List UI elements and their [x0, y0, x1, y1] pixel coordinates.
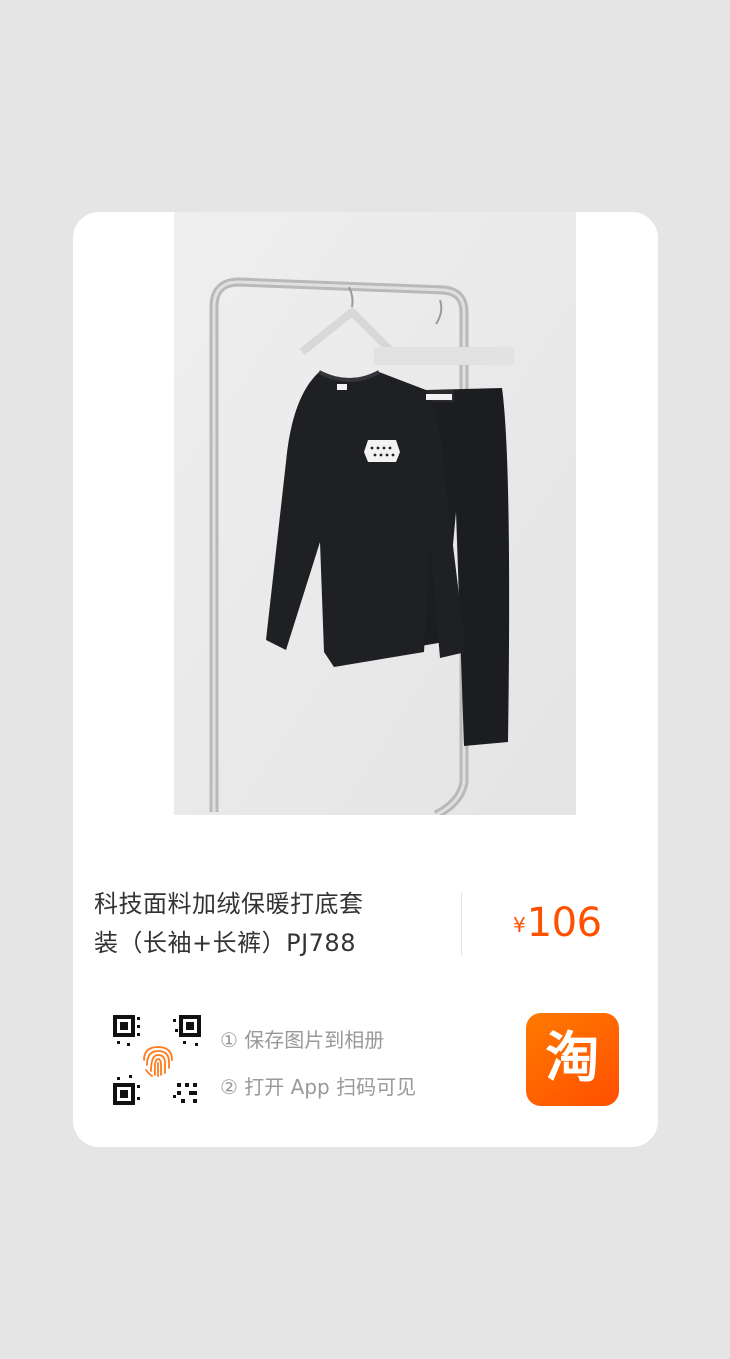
product-title-line2: 装（长袖+长裤）PJ788	[94, 929, 356, 957]
currency-symbol: ¥	[513, 913, 526, 937]
share-card: 科技面料加绒保暖打底套 装（长袖+长裤）PJ788 ¥106 ① 保存图片到相册…	[73, 212, 658, 1147]
taobao-logo-text: 淘	[545, 1025, 600, 1089]
price-amount: 106	[526, 900, 602, 946]
taobao-app-logo[interactable]: 淘	[526, 1013, 619, 1106]
qr-code-icon	[111, 1013, 205, 1107]
product-title-line1: 科技面料加绒保暖打底套	[94, 890, 364, 918]
instruction-step-1: ① 保存图片到相册	[220, 1028, 385, 1052]
product-image[interactable]	[174, 212, 576, 815]
product-price: ¥106	[513, 900, 602, 946]
scan-instructions: ① 保存图片到相册 ② 打开 App 扫码可见	[220, 1017, 416, 1111]
product-title: 科技面料加绒保暖打底套 装（长袖+长裤）PJ788	[94, 885, 439, 963]
divider	[461, 892, 462, 956]
instruction-step-2: ② 打开 App 扫码可见	[220, 1075, 417, 1099]
product-photo-illustration	[174, 212, 576, 815]
fingerprint-icon	[143, 1046, 173, 1077]
